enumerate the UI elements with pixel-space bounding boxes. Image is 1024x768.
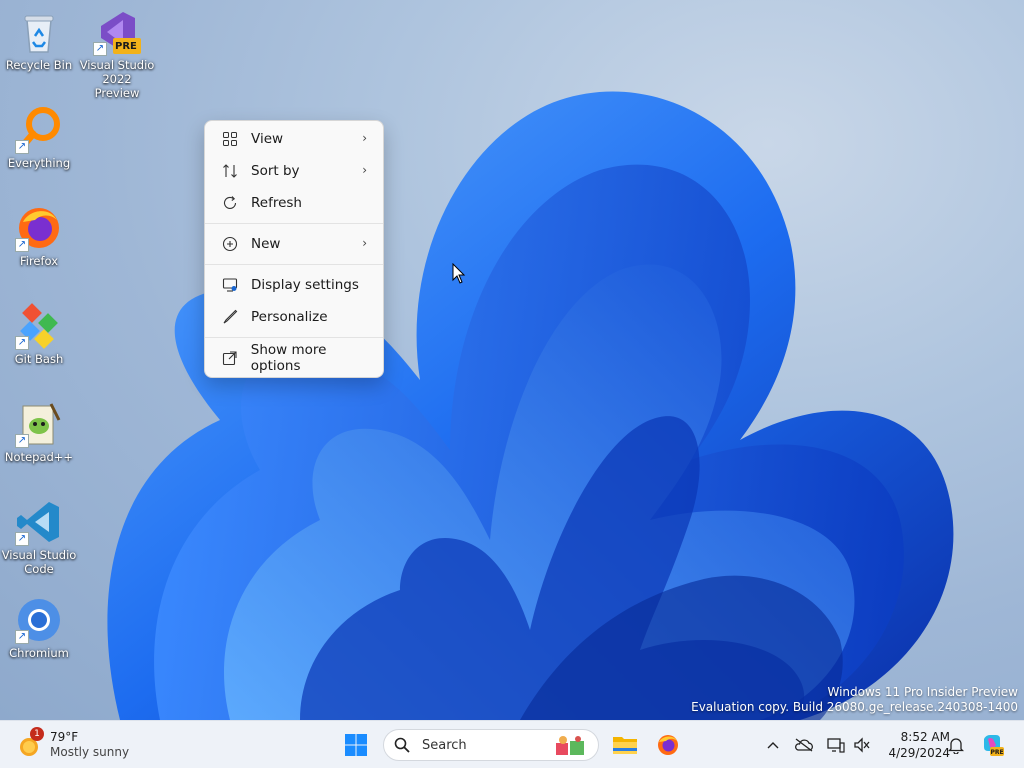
start-button[interactable]	[338, 727, 374, 763]
desktop-icon-label: Chromium	[9, 646, 69, 660]
display-settings-icon	[221, 276, 239, 294]
copilot-button[interactable]: PRE	[980, 733, 1004, 757]
desktop-icon-everything[interactable]: ↗ Everything	[1, 106, 77, 170]
desktop-context-menu: View › Sort by › Refresh New › Display s…	[204, 120, 384, 378]
desktop-icon-label: Git Bash	[14, 352, 64, 366]
context-menu-label: Personalize	[251, 309, 328, 325]
shortcut-arrow-icon: ↗	[15, 238, 29, 252]
desktop-icon-notepad-plus-plus[interactable]: ↗ Notepad++	[1, 400, 77, 464]
svg-text:PRE: PRE	[990, 749, 1003, 756]
visual-studio-preview-icon: PRE ↗	[93, 8, 141, 56]
chevron-up-icon	[767, 742, 779, 749]
desktop-icon-label: Visual Studio 2022 Preview	[79, 58, 155, 100]
pre-badge: PRE	[115, 41, 137, 52]
desktop-icon-vscode[interactable]: ↗ Visual Studio Code	[1, 498, 77, 576]
search-input[interactable]	[420, 736, 544, 754]
chromium-icon: ↗	[15, 596, 63, 644]
context-menu-item-personalize[interactable]: Personalize	[209, 302, 379, 332]
git-bash-icon: ↗	[15, 302, 63, 350]
context-menu-separator	[205, 264, 383, 265]
watermark-line-1: Windows 11 Pro Insider Preview	[827, 685, 1018, 699]
file-explorer-button[interactable]	[607, 727, 643, 763]
clock-time: 8:52 AM	[900, 730, 950, 744]
everything-search-icon: ↗	[15, 106, 63, 154]
desktop-icon-label: Notepad++	[4, 450, 74, 464]
shortcut-arrow-icon: ↗	[15, 630, 29, 644]
notifications-button[interactable]	[946, 735, 966, 755]
onedrive-tray-button[interactable]	[794, 735, 814, 755]
weather-temperature: 79°F	[50, 730, 79, 744]
bloom-wallpaper-graphic	[107, 91, 954, 720]
desktop-icon-label: Recycle Bin	[5, 58, 73, 72]
network-icon	[827, 738, 845, 753]
context-menu-label: Display settings	[251, 277, 359, 293]
view-grid-icon	[221, 130, 239, 148]
context-menu-item-new[interactable]: New ›	[209, 229, 379, 259]
context-menu-item-display-settings[interactable]: Display settings	[209, 270, 379, 300]
context-menu-label: Refresh	[251, 195, 302, 211]
desktop-icon-chromium[interactable]: ↗ Chromium	[1, 596, 77, 660]
desktop-icon-label: Visual Studio Code	[1, 548, 77, 576]
speaker-muted-icon	[854, 737, 870, 753]
copilot-preview-icon: PRE	[984, 735, 1004, 756]
firefox-taskbar-button[interactable]	[650, 727, 686, 763]
desktop-wallpaper[interactable]: Recycle Bin PRE ↗ Visual Studio 2022 Pre…	[0, 0, 1024, 720]
refresh-icon	[221, 194, 239, 212]
context-menu-item-view[interactable]: View ›	[209, 124, 379, 154]
firefox-icon	[658, 735, 678, 755]
desktop-icon-git-bash[interactable]: ↗ Git Bash	[1, 302, 77, 366]
context-menu-label: View	[251, 131, 284, 147]
evaluation-watermark: Windows 11 Pro Insider Preview Evaluatio…	[691, 685, 1018, 715]
shortcut-arrow-icon: ↗	[15, 140, 29, 154]
desktop-icon-visual-studio-preview[interactable]: PRE ↗ Visual Studio 2022 Preview	[79, 8, 155, 100]
volume-tray-button[interactable]	[852, 735, 872, 755]
weather-sun-icon: 1	[16, 727, 44, 759]
vscode-icon: ↗	[15, 498, 63, 546]
context-menu-separator	[205, 223, 383, 224]
chevron-right-icon: ›	[362, 163, 367, 177]
recycle-bin-icon	[15, 8, 63, 56]
search-highlight-icon	[556, 736, 584, 755]
new-plus-icon	[221, 235, 239, 253]
chevron-right-icon: ›	[362, 236, 367, 250]
onedrive-offline-icon	[795, 738, 813, 752]
weather-condition: Mostly sunny	[50, 745, 130, 759]
search-icon	[394, 737, 410, 753]
taskbar-clock[interactable]: 8:52 AM 4/29/2024	[876, 729, 950, 761]
taskbar: 1 79°F Mostly sunny Search 8:52 AM 4/29/…	[0, 720, 1024, 768]
context-menu-label: Show more options	[250, 342, 327, 374]
firefox-icon: ↗	[15, 204, 63, 252]
shortcut-arrow-icon: ↗	[15, 532, 29, 546]
desktop-icon-label: Firefox	[19, 254, 59, 268]
chevron-right-icon: ›	[362, 131, 367, 145]
notification-badge: 1	[30, 727, 44, 741]
context-menu-label: New	[251, 236, 281, 252]
context-menu-item-sort-by[interactable]: Sort by ›	[209, 156, 379, 186]
shortcut-arrow-icon: ↗	[15, 336, 29, 350]
clock-date: 4/29/2024	[888, 746, 950, 760]
desktop-icon-firefox[interactable]: ↗ Firefox	[1, 204, 77, 268]
sort-icon	[221, 162, 239, 180]
bell-icon	[948, 738, 964, 754]
show-hidden-icons-button[interactable]	[763, 735, 783, 755]
personalize-brush-icon	[221, 308, 239, 326]
shortcut-arrow-icon: ↗	[93, 42, 107, 56]
watermark-line-2: Evaluation copy. Build 26080.ge_release.…	[691, 700, 1018, 714]
notepad-plus-plus-icon: ↗	[15, 400, 63, 448]
shortcut-arrow-icon: ↗	[15, 434, 29, 448]
network-tray-button[interactable]	[826, 735, 846, 755]
taskbar-search-box[interactable]	[383, 729, 599, 761]
context-menu-item-show-more-options[interactable]: Show more options	[209, 342, 379, 374]
desktop-icon-label: Everything	[7, 156, 71, 170]
weather-widget[interactable]: 1 79°F Mostly sunny	[16, 727, 129, 763]
start-icon	[345, 734, 367, 756]
show-more-options-icon	[221, 349, 239, 367]
mouse-cursor-icon	[452, 263, 466, 284]
file-explorer-icon	[613, 737, 637, 754]
context-menu-separator	[205, 337, 383, 338]
context-menu-item-refresh[interactable]: Refresh	[209, 188, 379, 218]
context-menu-label: Sort by	[251, 163, 300, 179]
desktop-icon-recycle-bin[interactable]: Recycle Bin	[1, 8, 77, 72]
